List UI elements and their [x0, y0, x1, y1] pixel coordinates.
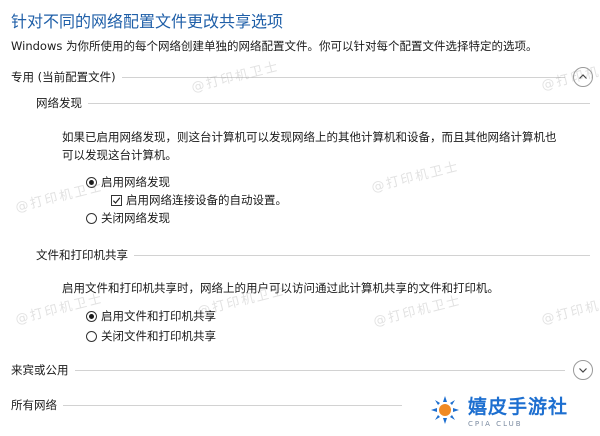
section-private-label: 专用 (当前配置文件) — [11, 70, 116, 84]
radio-label: 启用文件和打印机共享 — [101, 309, 216, 323]
checkmark-icon — [112, 196, 121, 204]
radio-button[interactable] — [86, 212, 97, 224]
radio-button[interactable] — [86, 330, 97, 342]
section-divider — [63, 404, 402, 406]
chevron-up-icon[interactable] — [573, 67, 593, 87]
radio-network-discovery-off[interactable]: 关闭网络发现 — [86, 210, 170, 226]
radio-button-checked[interactable] — [86, 176, 97, 188]
page-title: 针对不同的网络配置文件更改共享选项 — [11, 12, 284, 31]
checkbox-box[interactable] — [111, 194, 122, 206]
network-discovery-header: 网络发现 — [0, 94, 600, 112]
checkbox-label: 启用网络连接设备的自动设置。 — [126, 193, 287, 207]
section-divider — [134, 254, 590, 256]
logo-icon — [431, 396, 459, 424]
section-divider — [74, 369, 565, 371]
checkbox-auto-setup[interactable]: 启用网络连接设备的自动设置。 — [111, 192, 287, 208]
logo-name: 嬉皮手游社 — [468, 396, 569, 418]
radio-file-sharing-on[interactable]: 启用文件和打印机共享 — [86, 308, 216, 324]
chevron-down-icon[interactable] — [573, 360, 593, 380]
section-private-header[interactable]: 专用 (当前配置文件) — [0, 66, 600, 88]
section-all-networks-header[interactable]: 所有网络 — [0, 394, 410, 416]
radio-label: 启用网络发现 — [101, 175, 170, 189]
section-guest-public-label: 来宾或公用 — [11, 363, 69, 377]
network-discovery-description-line: 可以发现这台计算机。 — [62, 148, 177, 162]
section-divider — [88, 102, 590, 104]
network-discovery-description-line: 如果已启用网络发现，则这台计算机可以发现网络上的其他计算机和设备，而且其他网络计… — [62, 130, 557, 144]
section-all-networks-label: 所有网络 — [11, 398, 57, 412]
file-printer-sharing-header: 文件和打印机共享 — [0, 246, 600, 264]
radio-file-sharing-off[interactable]: 关闭文件和打印机共享 — [86, 328, 216, 344]
file-printer-sharing-label: 文件和打印机共享 — [36, 248, 128, 262]
file-printer-sharing-description: 启用文件和打印机共享时，网络上的用户可以访问通过此计算机共享的文件和打印机。 — [62, 281, 499, 295]
radio-button-checked[interactable] — [86, 310, 97, 322]
site-logo: 嬉皮手游社 CPIA CLUB — [428, 392, 568, 428]
section-guest-public-header[interactable]: 来宾或公用 — [0, 359, 600, 381]
logo-subtitle: CPIA CLUB — [468, 420, 523, 428]
network-discovery-description: 如果已启用网络发现，则这台计算机可以发现网络上的其他计算机和设备，而且其他网络计… — [62, 128, 582, 164]
page-description: Windows 为你所使用的每个网络创建单独的网络配置文件。你可以针对每个配置文… — [11, 39, 538, 53]
logo-text: 嬉皮手游社 CPIA CLUB — [468, 392, 568, 428]
network-discovery-label: 网络发现 — [36, 96, 82, 110]
radio-network-discovery-on[interactable]: 启用网络发现 — [86, 174, 170, 190]
radio-label: 关闭网络发现 — [101, 211, 170, 225]
radio-label: 关闭文件和打印机共享 — [101, 329, 216, 343]
section-divider — [121, 76, 565, 78]
